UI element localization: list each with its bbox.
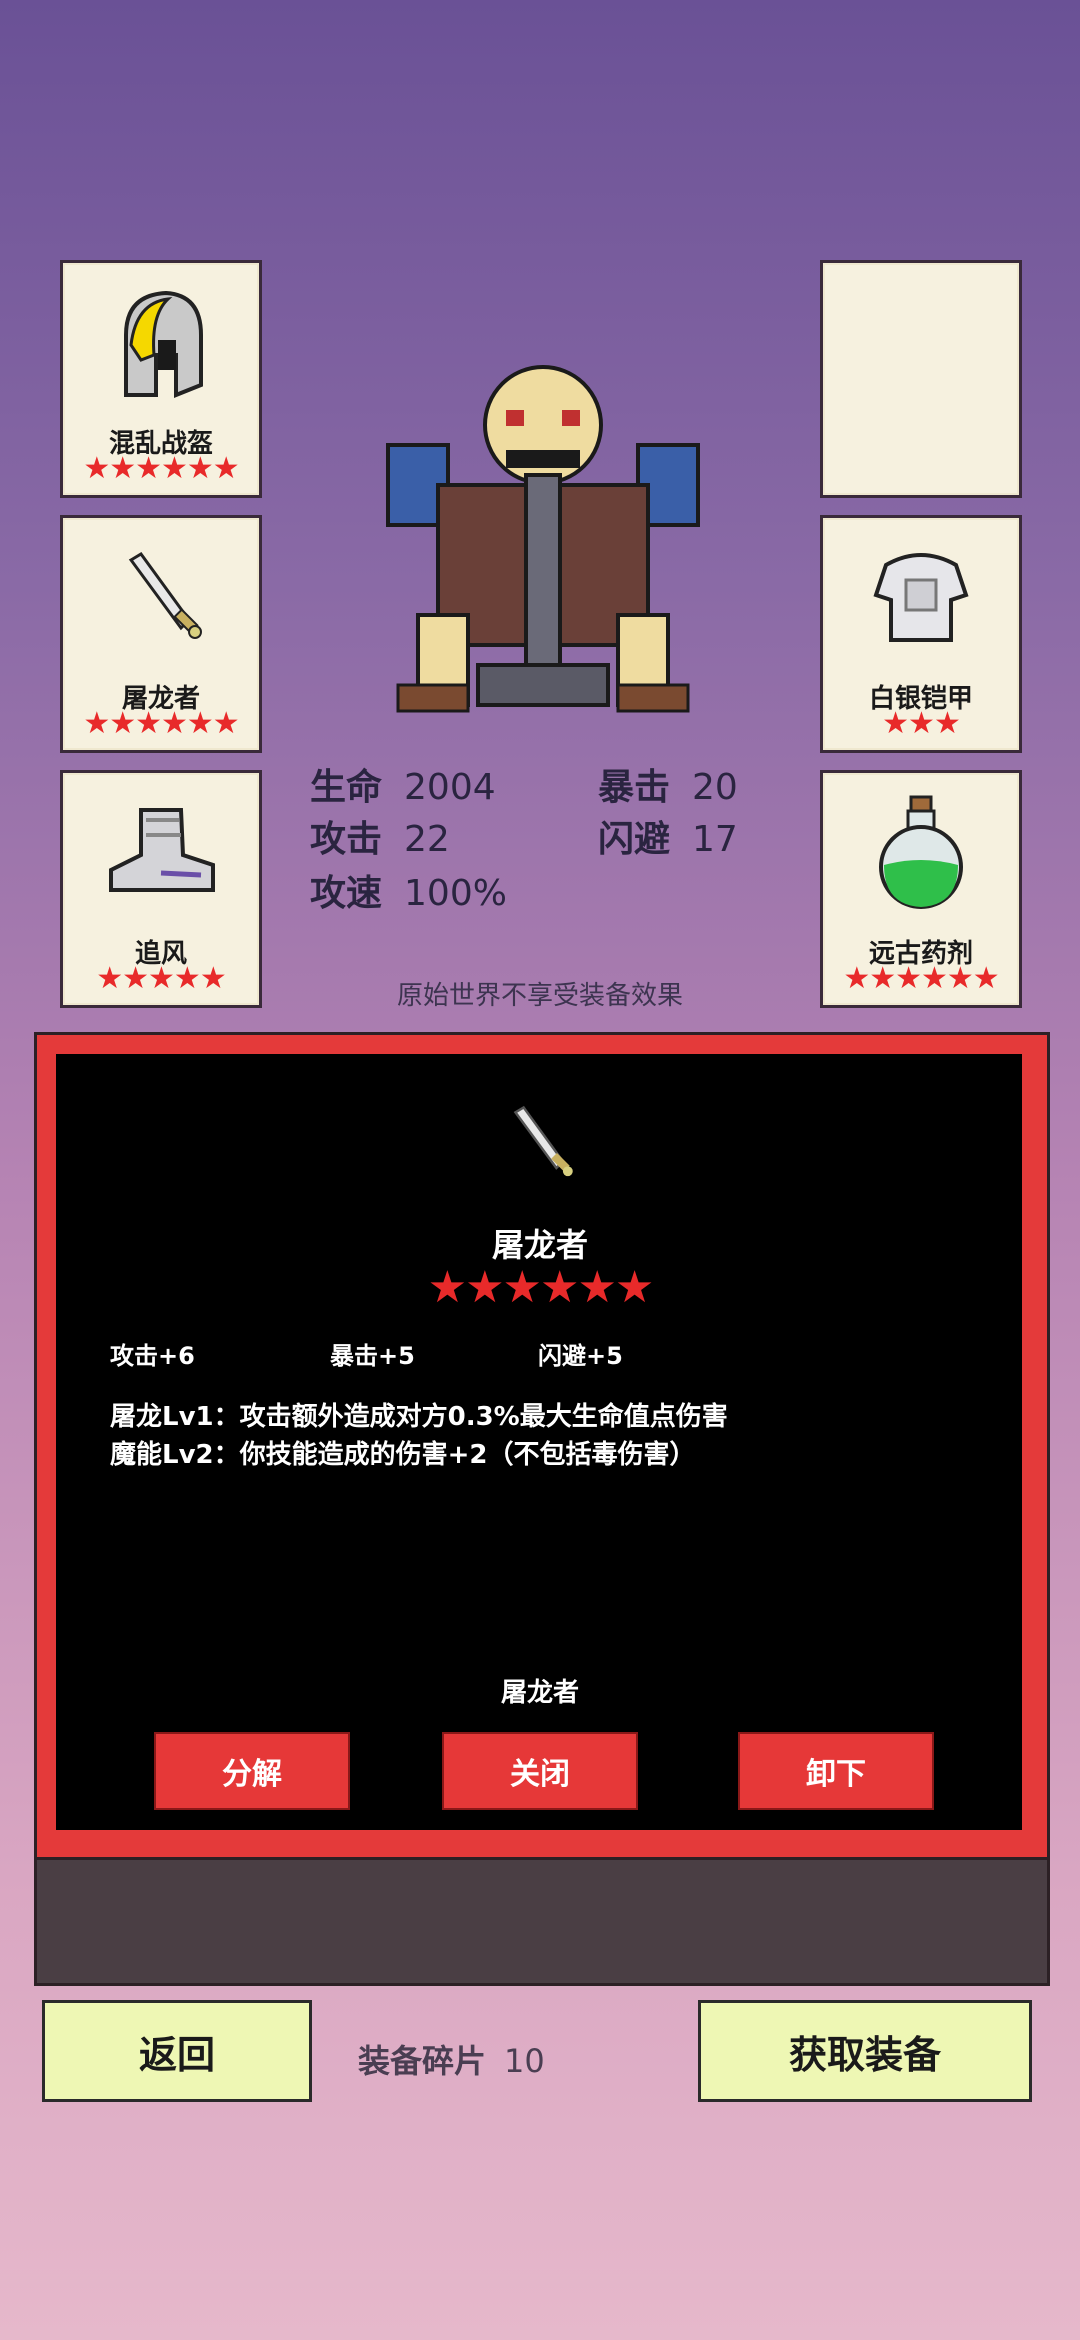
stat-atk-value: 22 bbox=[404, 819, 450, 860]
slot-helmet-stars: ★★★★★★ bbox=[83, 451, 239, 486]
detail-skill-1: 屠龙Lv1：攻击额外造成对方0.3%最大生命值点伤害 bbox=[110, 1402, 728, 1432]
shards-label: 装备碎片 bbox=[358, 2042, 487, 2080]
stat-hp: 生命 2004 bbox=[310, 758, 496, 810]
stat-speed-label: 攻速 bbox=[310, 873, 383, 914]
stat-crit: 暴击 20 bbox=[598, 758, 738, 810]
detail-dagger-icon bbox=[513, 1105, 573, 1177]
decompose-button[interactable]: 分解 bbox=[154, 1732, 350, 1810]
detail-attr-dodge: 闪避+5 bbox=[538, 1342, 623, 1370]
stat-atk-label: 攻击 bbox=[310, 819, 383, 860]
stat-crit-label: 暴击 bbox=[598, 767, 671, 808]
slot-armor-stars: ★★★ bbox=[882, 706, 961, 741]
equipment-note: 原始世界不享受装备效果 bbox=[396, 981, 683, 1011]
detail-attr-crit: 暴击+5 bbox=[330, 1342, 415, 1370]
stat-atk: 攻击 22 bbox=[310, 810, 450, 862]
stat-crit-value: 20 bbox=[692, 767, 738, 808]
detail-attr-atk: 攻击+6 bbox=[110, 1342, 195, 1370]
detail-footer-name: 屠龙者 bbox=[500, 1678, 579, 1708]
helmet-icon bbox=[124, 290, 203, 398]
unequip-button[interactable]: 卸下 bbox=[738, 1732, 934, 1810]
slot-empty[interactable] bbox=[820, 260, 1022, 498]
slot-helmet[interactable]: 混乱战盔 ★★★★★★ bbox=[60, 260, 262, 498]
shards-value: 10 bbox=[504, 2042, 545, 2080]
potion-icon bbox=[879, 795, 963, 909]
detail-skill-2: 魔能Lv2：你技能造成的伤害+2（不包括毒伤害） bbox=[110, 1440, 696, 1470]
hero-skeleton-sprite bbox=[386, 365, 700, 713]
get-equipment-button[interactable]: 获取装备 bbox=[698, 2000, 1032, 2102]
boots-icon bbox=[109, 808, 215, 892]
stat-hp-label: 生命 bbox=[310, 767, 383, 808]
detail-item-name: 屠龙者 bbox=[491, 1226, 588, 1264]
slot-boots[interactable]: 追风 ★★★★★ bbox=[60, 770, 262, 1008]
dagger-icon bbox=[128, 552, 202, 639]
stat-dodge-label: 闪避 bbox=[598, 819, 671, 860]
back-button[interactable]: 返回 bbox=[42, 2000, 312, 2102]
stat-dodge-value: 17 bbox=[692, 819, 738, 860]
close-button[interactable]: 关闭 bbox=[442, 1732, 638, 1810]
detail-item-stars: ★★★★★★ bbox=[427, 1262, 655, 1313]
stat-hp-value: 2004 bbox=[404, 767, 496, 808]
equipment-shards: 装备碎片 10 bbox=[358, 2036, 545, 2082]
stat-dodge: 闪避 17 bbox=[598, 810, 738, 862]
slot-weapon-stars: ★★★★★★ bbox=[83, 706, 239, 741]
slot-armor[interactable]: 白银铠甲 ★★★ bbox=[820, 515, 1022, 753]
stat-speed: 攻速 100% bbox=[310, 864, 507, 916]
slot-potion[interactable]: 远古药剂 ★★★★★★ bbox=[820, 770, 1022, 1008]
stat-speed-value: 100% bbox=[404, 873, 507, 914]
slot-weapon[interactable]: 屠龙者 ★★★★★★ bbox=[60, 515, 262, 753]
armor-icon bbox=[873, 553, 969, 642]
